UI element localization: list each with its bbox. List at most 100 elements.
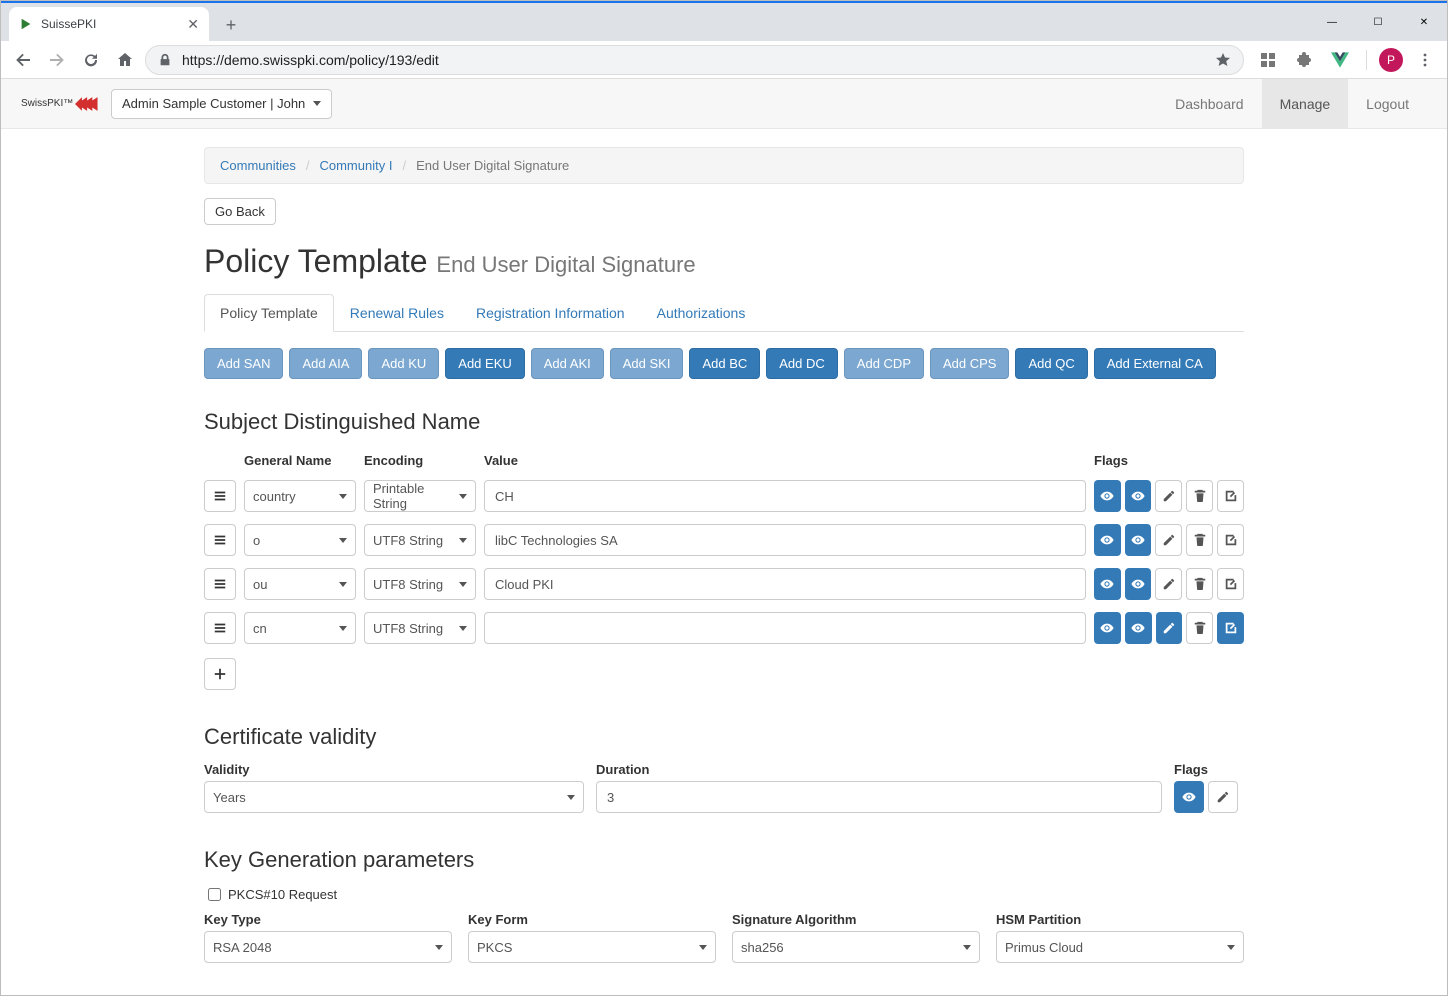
edit-icon: [1224, 577, 1238, 591]
nav-logout[interactable]: Logout: [1348, 79, 1427, 128]
profile-avatar[interactable]: P: [1379, 48, 1403, 72]
window-maximize-button[interactable]: ☐: [1355, 7, 1401, 37]
sdn-name-value: country: [253, 489, 296, 504]
add-eku-button[interactable]: Add EKU: [445, 348, 524, 379]
caret-down-icon: [339, 538, 347, 543]
go-back-button[interactable]: Go Back: [204, 198, 276, 225]
window-minimize-button[interactable]: —: [1309, 7, 1355, 37]
key-type-select[interactable]: RSA 2048: [204, 931, 452, 963]
add-dc-button[interactable]: Add DC: [766, 348, 838, 379]
sdn-drag-handle[interactable]: [204, 524, 236, 556]
sdn-flag-eye-button[interactable]: [1094, 524, 1121, 556]
tab-policy-template[interactable]: Policy Template: [204, 294, 334, 332]
browser-tab[interactable]: SuissePKI ✕: [9, 7, 209, 41]
sdn-flag-pencil-button[interactable]: [1155, 480, 1182, 512]
sdn-flag-eye-button[interactable]: [1125, 480, 1152, 512]
sdn-flag-eye-button[interactable]: [1094, 480, 1121, 512]
sdn-value-input[interactable]: [484, 524, 1086, 556]
extension-vue-icon[interactable]: [1326, 46, 1354, 74]
sdn-flag-edit-button[interactable]: [1217, 612, 1244, 644]
validity-heading: Certificate validity: [204, 724, 1244, 750]
sdn-name-select[interactable]: cn: [244, 612, 356, 644]
nav-forward-button[interactable]: [43, 46, 71, 74]
sdn-value-input[interactable]: [484, 612, 1086, 644]
add-external-ca-button[interactable]: Add External CA: [1094, 348, 1216, 379]
sdn-flag-edit-button[interactable]: [1217, 568, 1244, 600]
sdn-add-row-button[interactable]: [204, 658, 236, 690]
add-aki-button[interactable]: Add AKI: [531, 348, 604, 379]
url-input[interactable]: [180, 51, 1207, 69]
sdn-flag-pencil-button[interactable]: [1155, 568, 1182, 600]
key-form-select[interactable]: PKCS: [468, 931, 716, 963]
sdn-encoding-value: Printable String: [373, 481, 459, 511]
validity-flag-eye-button[interactable]: [1174, 781, 1204, 813]
add-ski-button[interactable]: Add SKI: [610, 348, 684, 379]
extension-grid-icon[interactable]: [1254, 46, 1282, 74]
nav-dashboard[interactable]: Dashboard: [1157, 79, 1262, 128]
sdn-flag-trash-button[interactable]: [1186, 524, 1213, 556]
sdn-drag-handle[interactable]: [204, 568, 236, 600]
sdn-value-input[interactable]: [484, 568, 1086, 600]
nav-reload-button[interactable]: [77, 46, 105, 74]
add-cdp-button[interactable]: Add CDP: [844, 348, 924, 379]
tab-close-icon[interactable]: ✕: [187, 16, 199, 33]
sig-alg-select[interactable]: sha256: [732, 931, 980, 963]
sdn-value-input[interactable]: [484, 480, 1086, 512]
address-bar[interactable]: [145, 45, 1244, 75]
sdn-encoding-select[interactable]: UTF8 String: [364, 612, 476, 644]
sdn-encoding-select[interactable]: UTF8 String: [364, 524, 476, 556]
sdn-name-select[interactable]: o: [244, 524, 356, 556]
sdn-flag-eye-button[interactable]: [1094, 568, 1121, 600]
sdn-header-flags: Flags: [1094, 453, 1244, 468]
sdn-flag-trash-button[interactable]: [1186, 568, 1213, 600]
add-san-button[interactable]: Add SAN: [204, 348, 283, 379]
pkcs10-checkbox-line[interactable]: PKCS#10 Request: [204, 885, 1244, 904]
add-qc-button[interactable]: Add QC: [1015, 348, 1087, 379]
tab-registration-info[interactable]: Registration Information: [460, 294, 641, 332]
sdn-flag-eye-button[interactable]: [1125, 524, 1152, 556]
breadcrumb-community[interactable]: Community I: [319, 158, 392, 173]
duration-input[interactable]: [596, 781, 1162, 813]
sdn-flag-edit-button[interactable]: [1217, 480, 1244, 512]
sdn-flag-edit-button[interactable]: [1217, 524, 1244, 556]
sdn-flag-pencil-button[interactable]: [1155, 524, 1182, 556]
add-aia-button[interactable]: Add AIA: [289, 348, 362, 379]
sdn-flag-eye-button[interactable]: [1125, 612, 1152, 644]
eye-icon: [1100, 621, 1114, 635]
sdn-encoding-select[interactable]: UTF8 String: [364, 568, 476, 600]
sdn-name-select[interactable]: country: [244, 480, 356, 512]
add-cps-button[interactable]: Add CPS: [930, 348, 1009, 379]
sdn-drag-handle[interactable]: [204, 480, 236, 512]
extension-puzzle-icon[interactable]: [1290, 46, 1318, 74]
sdn-flag-pencil-button[interactable]: [1156, 612, 1183, 644]
sdn-flag-trash-button[interactable]: [1186, 480, 1213, 512]
nav-manage[interactable]: Manage: [1262, 79, 1349, 128]
window-close-button[interactable]: ✕: [1401, 7, 1447, 37]
add-bc-button[interactable]: Add BC: [689, 348, 760, 379]
validity-select[interactable]: Years: [204, 781, 584, 813]
sdn-name-select[interactable]: ou: [244, 568, 356, 600]
browser-menu-button[interactable]: [1411, 46, 1439, 74]
pkcs10-checkbox[interactable]: [208, 888, 221, 901]
breadcrumb-communities[interactable]: Communities: [220, 158, 296, 173]
sdn-flag-eye-button[interactable]: [1125, 568, 1152, 600]
star-icon[interactable]: [1215, 52, 1231, 68]
brand-text: SwissPKI™: [21, 98, 73, 109]
tab-renewal-rules[interactable]: Renewal Rules: [334, 294, 460, 332]
key-form-value: PKCS: [477, 940, 512, 955]
page-viewport[interactable]: SwissPKI™ Admin Sample Customer | John D…: [1, 79, 1447, 995]
new-tab-button[interactable]: +: [217, 11, 245, 39]
window-controls: — ☐ ✕: [1309, 7, 1447, 37]
sdn-flag-trash-button[interactable]: [1186, 612, 1213, 644]
sdn-encoding-select[interactable]: Printable String: [364, 480, 476, 512]
validity-flag-pencil-button[interactable]: [1208, 781, 1238, 813]
hsm-select[interactable]: Primus Cloud: [996, 931, 1244, 963]
sdn-drag-handle[interactable]: [204, 612, 236, 644]
tab-authorizations[interactable]: Authorizations: [641, 294, 762, 332]
sdn-flag-eye-button[interactable]: [1094, 612, 1121, 644]
add-ku-button[interactable]: Add KU: [368, 348, 439, 379]
caret-down-icon: [699, 945, 707, 950]
nav-home-button[interactable]: [111, 46, 139, 74]
nav-back-button[interactable]: [9, 46, 37, 74]
user-dropdown[interactable]: Admin Sample Customer | John: [111, 89, 332, 119]
